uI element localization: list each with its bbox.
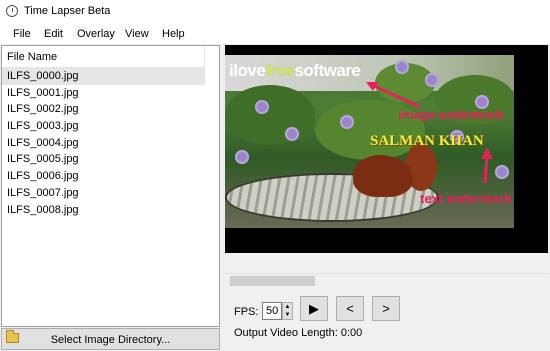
text-watermark-annotation: text watermark	[420, 191, 512, 206]
image-preview: ilovefreesoftware SALMAN KHAN image wate…	[225, 45, 548, 253]
list-item[interactable]: ILFS_0006.jpg	[2, 168, 205, 185]
title-bar: Time Lapser Beta	[0, 0, 550, 24]
list-item[interactable]: ILFS_0008.jpg	[2, 202, 205, 219]
app-icon	[6, 5, 18, 17]
menu-overlay[interactable]: Overlay	[77, 28, 115, 40]
previous-label: <	[346, 301, 354, 316]
scrollbar-thumb[interactable]	[230, 276, 315, 286]
next-frame-button[interactable]: >	[372, 296, 400, 321]
list-item[interactable]: ILFS_0001.jpg	[2, 85, 205, 102]
image-watermark-annotation: image watermark	[398, 107, 505, 122]
menu-edit[interactable]: Edit	[44, 28, 63, 40]
fps-spinner[interactable]: ▲ ▼	[282, 302, 293, 320]
window-title: Time Lapser Beta	[24, 5, 111, 17]
preview-image: ilovefreesoftware SALMAN KHAN image wate…	[225, 55, 514, 228]
output-video-length: Output Video Length: 0:00	[234, 327, 363, 339]
play-button[interactable]: ▶	[300, 296, 328, 321]
menu-file[interactable]: File	[13, 28, 31, 40]
select-image-directory-label: Select Image Directory...	[50, 334, 171, 346]
list-item[interactable]: ILFS_0000.jpg	[2, 68, 205, 85]
menu-view[interactable]: View	[125, 28, 149, 40]
spin-up-icon[interactable]: ▲	[283, 303, 292, 311]
list-item[interactable]: ILFS_0002.jpg	[2, 101, 205, 118]
select-image-directory-button[interactable]: Select Image Directory...	[1, 328, 220, 350]
list-item[interactable]: ILFS_0003.jpg	[2, 118, 205, 135]
play-icon: ▶	[309, 301, 319, 316]
file-list-panel: File Name ILFS_0000.jpg ILFS_0001.jpg IL…	[1, 45, 220, 327]
menu-bar: File Edit Overlay View Help	[0, 24, 550, 45]
menu-help[interactable]: Help	[162, 28, 185, 40]
file-list: ILFS_0000.jpg ILFS_0001.jpg ILFS_0002.jp…	[2, 68, 205, 218]
fps-label: FPS:	[234, 306, 259, 318]
list-item[interactable]: ILFS_0005.jpg	[2, 151, 205, 168]
previous-frame-button[interactable]: <	[336, 296, 364, 321]
list-item[interactable]: ILFS_0007.jpg	[2, 185, 205, 202]
list-item[interactable]: ILFS_0004.jpg	[2, 135, 205, 152]
file-name-header-label: File Name	[7, 51, 58, 63]
spin-down-icon[interactable]: ▼	[283, 311, 292, 319]
file-name-column-header[interactable]: File Name	[2, 46, 205, 68]
fps-input[interactable]: 50	[262, 302, 282, 320]
next-label: >	[382, 301, 390, 316]
horizontal-scrollbar[interactable]	[225, 273, 548, 288]
